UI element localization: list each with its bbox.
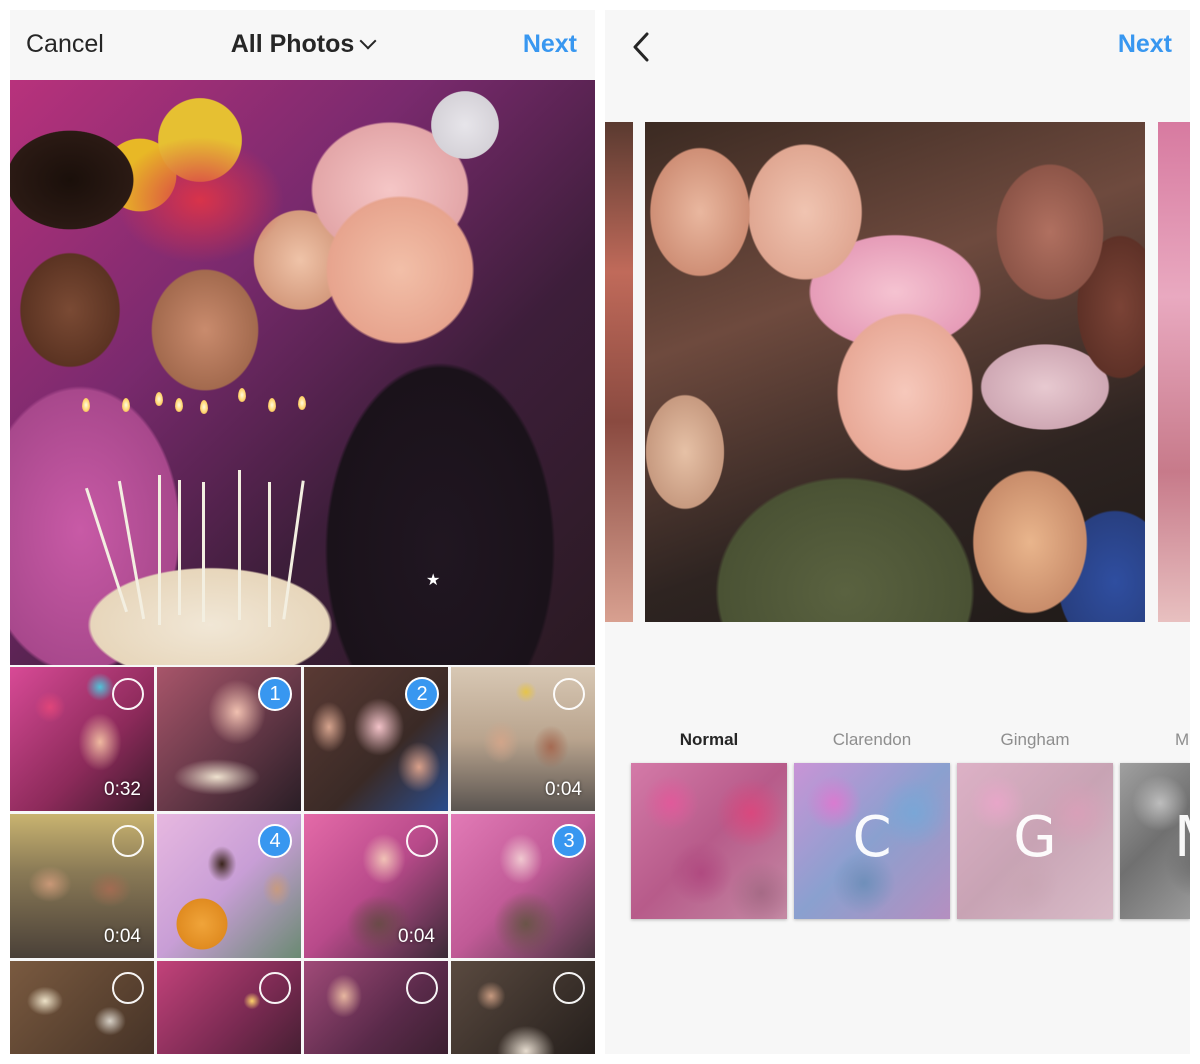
photo-carousel[interactable] <box>605 122 1190 622</box>
video-duration: 0:04 <box>545 779 582 800</box>
video-duration: 0:04 <box>398 926 435 947</box>
video-duration: 0:04 <box>104 926 141 947</box>
grid-thumbnail[interactable] <box>304 961 448 1054</box>
grid-thumbnail[interactable] <box>451 961 595 1054</box>
chevron-left-icon <box>633 32 649 62</box>
candle-flame <box>298 396 306 410</box>
chevron-down-icon <box>359 32 377 50</box>
candle <box>282 480 305 620</box>
filter-label[interactable]: Clarendon <box>794 730 950 750</box>
selection-circle[interactable] <box>112 972 144 1004</box>
candle-flame <box>200 400 208 414</box>
next-button[interactable]: Next <box>523 30 577 59</box>
filter-screen: Next Normal Clarendon Gingham M C G M <box>605 10 1190 1054</box>
grid-thumbnail[interactable]: 1 <box>157 667 301 811</box>
selection-circle[interactable] <box>406 972 438 1004</box>
filter-initial: C <box>852 805 892 870</box>
selection-number-badge[interactable]: 4 <box>258 824 292 858</box>
candle-flame <box>122 398 130 412</box>
library-navbar: Cancel All Photos Next <box>10 10 595 80</box>
selection-circle[interactable] <box>553 972 585 1004</box>
candle-flame <box>155 392 163 406</box>
selection-number-badge[interactable]: 2 <box>405 677 439 711</box>
selection-number-badge[interactable]: 3 <box>552 824 586 858</box>
filter-thumbnail[interactable]: M <box>1120 763 1190 919</box>
grid-thumbnail[interactable] <box>157 961 301 1054</box>
grid-thumbnail[interactable]: 2 <box>304 667 448 811</box>
candle <box>202 482 205 622</box>
selection-circle[interactable] <box>112 825 144 857</box>
star-sparkle: ★ <box>426 572 441 589</box>
album-selector[interactable]: All Photos <box>10 30 595 59</box>
filter-labels: Normal Clarendon Gingham M <box>605 730 1190 756</box>
selection-number-badge[interactable]: 1 <box>258 677 292 711</box>
library-screen: Cancel All Photos Next ★ 0:32 1 2 0:04 0:04 4… <box>10 10 595 1054</box>
grid-thumbnail[interactable]: 0:04 <box>10 814 154 958</box>
grid-thumbnail[interactable]: 0:32 <box>10 667 154 811</box>
filter-thumbnails: CGM <box>605 763 1190 923</box>
filter-thumbnail[interactable]: C <box>794 763 950 919</box>
previous-photo-peek[interactable] <box>605 122 633 622</box>
candle-flame <box>82 398 90 412</box>
candle <box>178 480 181 615</box>
candle <box>158 475 161 625</box>
album-title: All Photos <box>230 30 355 58</box>
selection-circle[interactable] <box>112 678 144 710</box>
filter-initial: M <box>1174 805 1190 870</box>
selected-photo-preview[interactable]: ★ <box>10 80 595 665</box>
filter-thumbnail[interactable] <box>631 763 787 919</box>
grid-thumbnail[interactable]: 3 <box>451 814 595 958</box>
back-button[interactable] <box>627 30 655 64</box>
grid-thumbnail[interactable]: 4 <box>157 814 301 958</box>
next-photo-peek[interactable] <box>1158 122 1190 622</box>
grid-thumbnail[interactable]: 0:04 <box>451 667 595 811</box>
filter-label[interactable]: Normal <box>631 730 787 750</box>
filter-initial: G <box>1013 805 1057 870</box>
selection-circle[interactable] <box>553 678 585 710</box>
filter-label[interactable]: M <box>1175 730 1190 750</box>
filter-navbar: Next <box>605 10 1190 80</box>
next-button[interactable]: Next <box>1118 30 1172 59</box>
grid-thumbnail[interactable]: 0:04 <box>304 814 448 958</box>
filter-thumbnail[interactable]: G <box>957 763 1113 919</box>
candle-flame <box>238 388 246 402</box>
candle <box>238 470 241 620</box>
selection-circle[interactable] <box>406 825 438 857</box>
grid-thumbnail[interactable] <box>10 961 154 1054</box>
selection-circle[interactable] <box>259 972 291 1004</box>
candle-flame <box>175 398 183 412</box>
current-photo[interactable] <box>645 122 1145 622</box>
filter-label[interactable]: Gingham <box>957 730 1113 750</box>
video-duration: 0:32 <box>104 779 141 800</box>
candle <box>268 482 271 627</box>
candle-flame <box>268 398 276 412</box>
